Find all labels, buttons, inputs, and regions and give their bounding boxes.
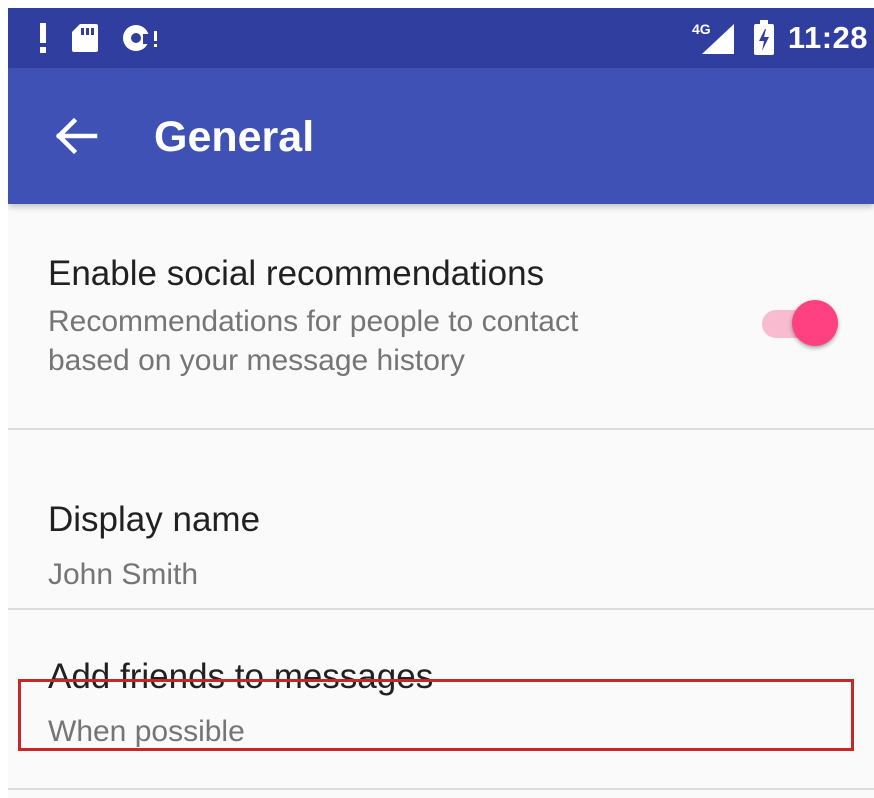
pref-social-recommendations[interactable]: Enable social recommendations Recommenda… [8,204,874,430]
arrow-back-icon [55,117,98,155]
toggle-thumb [792,300,838,346]
pref-title: Enable social recommendations [48,254,545,293]
status-clock: 11:28 [787,20,868,55]
battery-charging-icon [753,20,774,55]
page-title: General [154,113,315,161]
pref-display-name[interactable]: Display name John Smith [8,430,874,610]
pref-summary: John Smith [48,558,199,591]
highlight-box [18,679,854,751]
status-notification-icons [36,20,162,56]
back-button[interactable] [44,104,108,168]
pref-summary: Recommendations for people to contact ba… [48,302,578,380]
app-bar: General [8,68,874,204]
sd-card-icon [72,24,98,52]
status-bar: 4G 11:28 [8,8,874,68]
pref-title: Display name [48,500,261,539]
social-recommendations-toggle[interactable] [756,298,840,350]
status-system-icons: 4G 11:28 [692,20,868,56]
screenshot-top-margin [0,0,874,8]
pref-summary-line: based on your message history [48,344,465,377]
sync-icon [123,25,157,51]
pref-summary-line: Recommendations for people to contact [48,305,579,338]
cell-signal-icon: 4G [692,21,734,54]
alert-icon [40,23,46,53]
network-type-label: 4G [692,21,711,37]
